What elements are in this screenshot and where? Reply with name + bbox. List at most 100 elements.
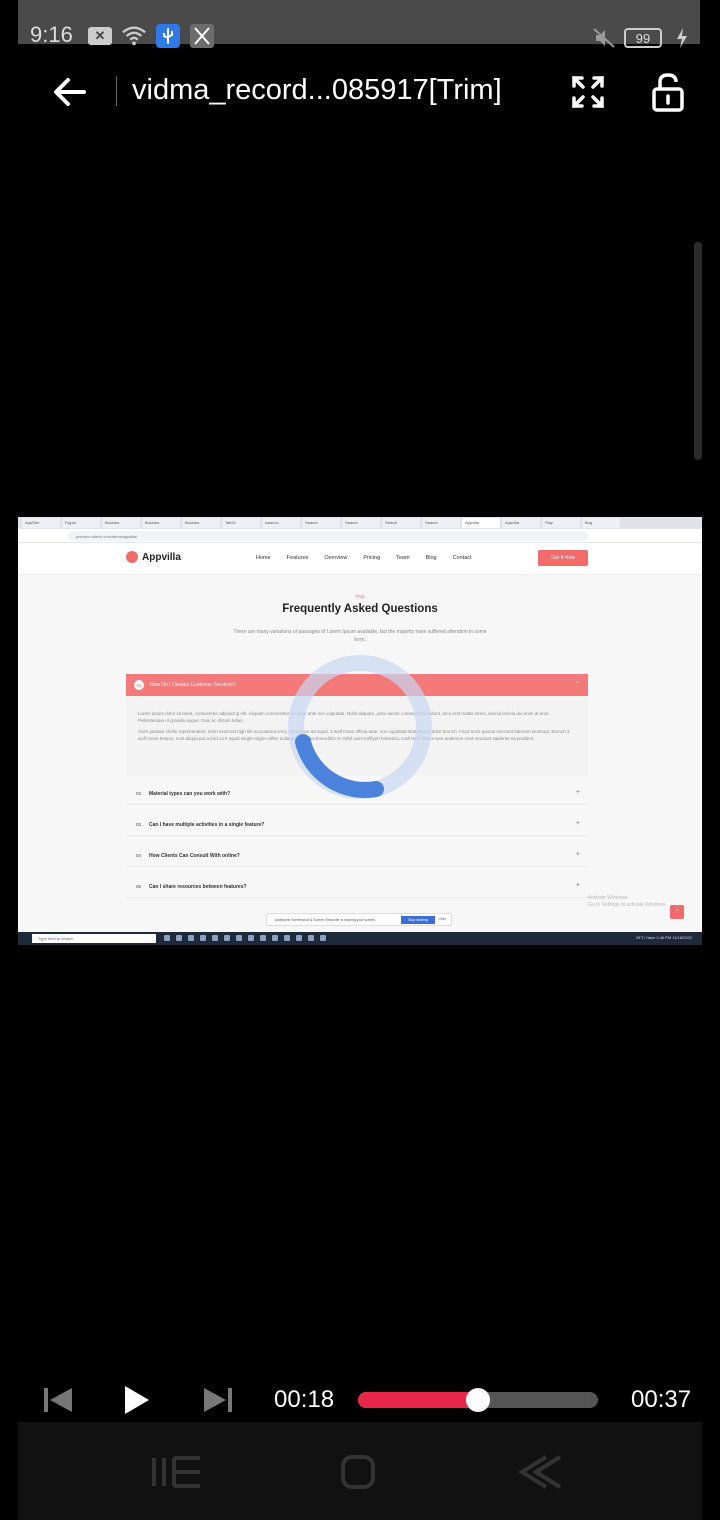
taskbar-app-icon[interactable] bbox=[212, 935, 218, 941]
nav-link-pricing[interactable]: Pricing bbox=[363, 555, 380, 561]
mute-icon bbox=[592, 26, 616, 50]
site-nav: Home Features Overview Pricing Team Blog… bbox=[256, 555, 472, 561]
total-time: 00:37 bbox=[631, 1386, 692, 1413]
taskbar-app-icon[interactable] bbox=[176, 935, 182, 941]
seek-thumb[interactable] bbox=[466, 1388, 490, 1412]
nav-link-overview[interactable]: Overview bbox=[324, 555, 347, 561]
faq-item[interactable]: 03 Can I have multiple activities in a s… bbox=[126, 814, 588, 836]
faq-item-number: 03 bbox=[136, 822, 142, 827]
status-bar: 9:16 ✕ 99 bbox=[0, 0, 720, 68]
taskbar-app-icon[interactable] bbox=[296, 935, 302, 941]
next-icon[interactable] bbox=[200, 1386, 234, 1414]
unlock-icon[interactable] bbox=[650, 72, 686, 112]
screen-record-icon bbox=[190, 24, 214, 48]
nav-link-home[interactable]: Home bbox=[256, 555, 271, 561]
activate-windows-watermark: Activate Windows Go to Settings to activ… bbox=[588, 895, 667, 909]
browser-tab[interactable]: Appvilla bbox=[502, 518, 540, 528]
fullscreen-icon[interactable] bbox=[570, 74, 606, 110]
browser-tab[interactable]: Selecti bbox=[382, 518, 420, 528]
taskbar-app-icon[interactable] bbox=[284, 935, 290, 941]
nav-link-team[interactable]: Team bbox=[396, 555, 409, 561]
title-divider bbox=[116, 76, 117, 106]
browser-tab[interactable]: www.co bbox=[262, 518, 300, 528]
logo-text: Appvilla bbox=[142, 551, 181, 563]
title-bar: vidma_record...085917[Trim] bbox=[0, 68, 720, 116]
browser-tab[interactable]: Search bbox=[422, 518, 460, 528]
plus-icon: + bbox=[575, 789, 580, 796]
taskbar-app-icon[interactable] bbox=[260, 935, 266, 941]
recents-icon[interactable] bbox=[150, 1456, 202, 1488]
get-it-now-button[interactable]: Get It Now bbox=[538, 550, 588, 566]
battery-icon: 99 bbox=[624, 28, 662, 48]
notification-icons: ✕ bbox=[88, 24, 214, 48]
site-logo[interactable]: Appvilla bbox=[126, 551, 181, 563]
faq-subtitle: There are many variations of passages of… bbox=[233, 629, 487, 643]
status-time: 9:16 bbox=[30, 22, 73, 47]
browser-tab[interactable]: AppStor bbox=[22, 518, 60, 528]
browser-tab-active[interactable]: Appvilla bbox=[462, 518, 500, 528]
logo-icon bbox=[126, 551, 138, 563]
address-bar[interactable]: preview.uideck.com/items/appvilla/ bbox=[68, 531, 588, 541]
browser-tab[interactable]: Busines bbox=[102, 518, 140, 528]
browser-tab[interactable]: Search bbox=[302, 518, 340, 528]
share-text: Awesome Screenshot & Screen Recorder is … bbox=[275, 918, 376, 922]
loading-spinner-icon bbox=[288, 655, 432, 799]
taskbar-app-icon[interactable] bbox=[224, 935, 230, 941]
scroll-handle[interactable] bbox=[694, 242, 702, 460]
faq-question: Material types can you work with? bbox=[149, 791, 231, 797]
wifi-icon bbox=[122, 24, 146, 48]
chevron-up-icon: ⌃ bbox=[574, 682, 580, 688]
taskbar-app-icon[interactable] bbox=[272, 935, 278, 941]
plus-icon: + bbox=[575, 882, 580, 889]
faq-item[interactable]: 05 Can I share resources between feature… bbox=[126, 876, 588, 898]
windows-taskbar: Type here to search 29°C Haze 1:46 PM 11… bbox=[18, 932, 702, 945]
seek-progress bbox=[358, 1392, 478, 1408]
taskbar-app-icon[interactable] bbox=[248, 935, 254, 941]
browser-tab[interactable]: Busines bbox=[142, 518, 180, 528]
taskbar-app-icon[interactable] bbox=[236, 935, 242, 941]
plus-icon: + bbox=[575, 820, 580, 827]
faq-item[interactable]: 04 How Clients Can Consult With online? … bbox=[126, 845, 588, 867]
plus-icon: + bbox=[575, 851, 580, 858]
play-icon[interactable] bbox=[120, 1384, 152, 1416]
browser-toolbar: preview.uideck.com/items/appvilla/ bbox=[18, 529, 702, 543]
taskbar-app-icon[interactable] bbox=[164, 935, 170, 941]
taskbar-app-icon[interactable] bbox=[320, 935, 326, 941]
close-badge-icon: ✕ bbox=[88, 24, 112, 48]
browser-tab[interactable]: Busines bbox=[182, 518, 220, 528]
faq-question: Can I have multiple activities in a sing… bbox=[149, 822, 265, 828]
previous-icon[interactable] bbox=[42, 1386, 76, 1414]
system-nav-bar bbox=[18, 1422, 702, 1520]
taskbar-app-icon[interactable] bbox=[200, 935, 206, 941]
browser-tab[interactable]: TabGr bbox=[222, 518, 260, 528]
browser-tab[interactable]: Figure bbox=[62, 518, 100, 528]
taskbar-search[interactable]: Type here to search bbox=[32, 934, 156, 943]
watermark-line: Go to Settings to activate Windows. bbox=[588, 902, 667, 908]
stop-sharing-button[interactable]: Stop sharing bbox=[401, 916, 435, 924]
hide-button[interactable]: Hide bbox=[439, 917, 446, 921]
nav-link-features[interactable]: Features bbox=[287, 555, 309, 561]
home-icon[interactable] bbox=[340, 1454, 376, 1490]
faq-item-number: 04 bbox=[136, 853, 142, 858]
site-header: Appvilla Home Features Overview Pricing … bbox=[18, 543, 702, 575]
back-arrow-icon[interactable] bbox=[52, 74, 88, 110]
faq-title: Frequently Asked Questions bbox=[282, 603, 438, 615]
browser-tab[interactable]: Bug bbox=[582, 518, 620, 528]
faq-item-number: 01 bbox=[134, 680, 144, 690]
taskbar-app-icon[interactable] bbox=[308, 935, 314, 941]
faq-question: Can I share resources between features? bbox=[149, 884, 247, 890]
browser-tab[interactable]: Play bbox=[542, 518, 580, 528]
taskbar-app-icon[interactable] bbox=[188, 935, 194, 941]
nav-link-contact[interactable]: Contact bbox=[453, 555, 472, 561]
scroll-top-button[interactable]: ⌃ bbox=[670, 905, 684, 919]
nav-link-blog[interactable]: Blog bbox=[426, 555, 437, 561]
screen-share-bar: Awesome Screenshot & Screen Recorder is … bbox=[266, 913, 452, 926]
taskbar-apps bbox=[164, 935, 326, 941]
faq-question: How Clients Can Consult With online? bbox=[149, 853, 240, 859]
back-icon[interactable] bbox=[516, 1454, 562, 1490]
system-icons: 99 bbox=[592, 26, 694, 50]
video-title: vidma_record...085917[Trim] bbox=[132, 74, 502, 106]
seek-bar[interactable] bbox=[358, 1388, 598, 1412]
watermark-line: Activate Windows bbox=[588, 895, 628, 901]
browser-tab[interactable]: Search bbox=[342, 518, 380, 528]
